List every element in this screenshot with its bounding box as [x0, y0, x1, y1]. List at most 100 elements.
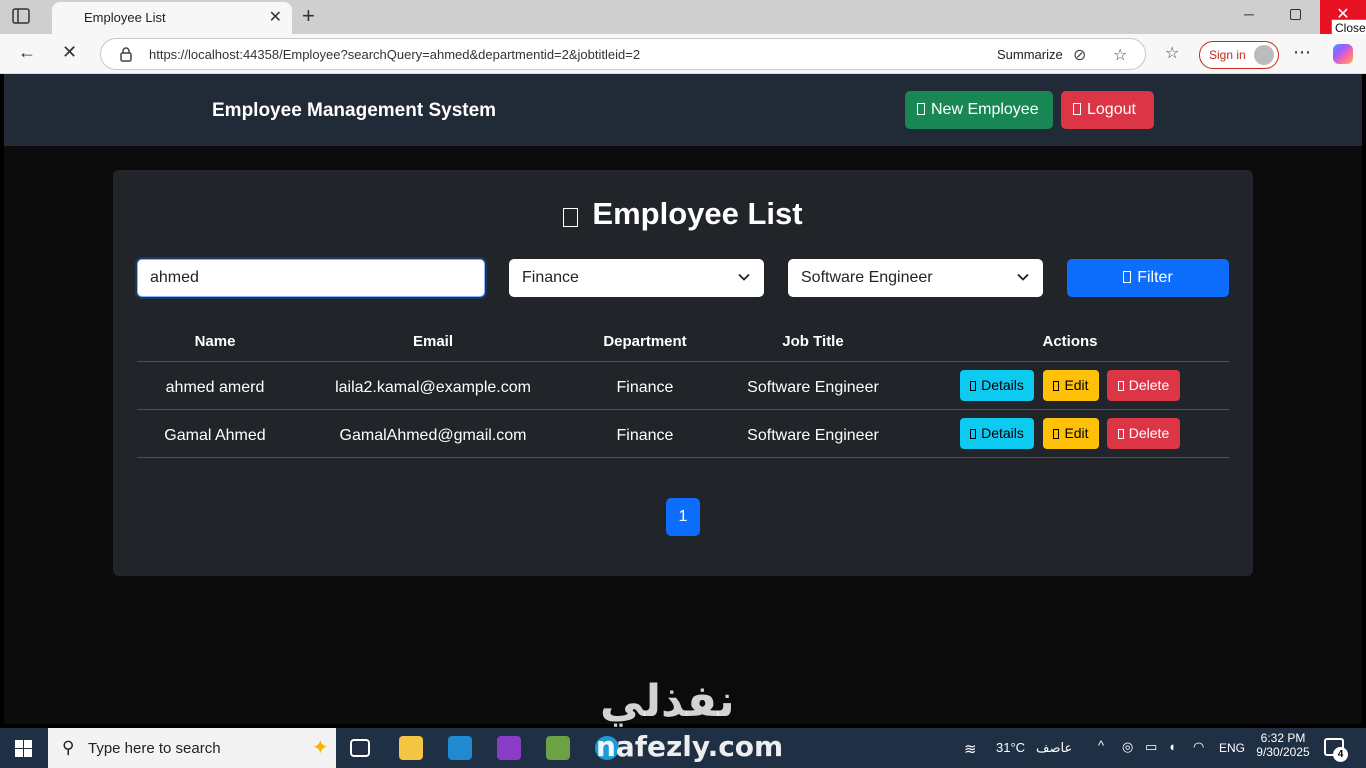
people-icon: [563, 208, 579, 227]
weather-icon[interactable]: ≋: [964, 740, 977, 758]
maximize-icon[interactable]: [1290, 9, 1301, 20]
details-label: Details: [981, 377, 1024, 393]
taskbar-search-placeholder: Type here to search: [88, 740, 221, 757]
task-view-icon[interactable]: [350, 739, 370, 757]
delete-button[interactable]: Delete: [1107, 418, 1180, 449]
page-title: Employee List: [113, 196, 1253, 232]
avatar: [1254, 45, 1274, 65]
visual-studio-icon[interactable]: [497, 736, 521, 760]
department-select[interactable]: Finance: [509, 259, 764, 297]
details-button[interactable]: Details: [960, 370, 1034, 401]
clock-date: 9/30/2025: [1256, 745, 1310, 759]
copilot-icon[interactable]: [1333, 44, 1353, 64]
lock-icon[interactable]: [119, 46, 133, 62]
cell-name: Gamal Ahmed: [164, 427, 266, 444]
filter-button[interactable]: Filter: [1067, 259, 1229, 297]
logout-icon: [1073, 103, 1081, 115]
browser-tab-strip: Employee List ✕ + ─ ✕ Close: [0, 0, 1366, 37]
column-header-name: Name: [194, 333, 236, 350]
address-bar[interactable]: https://localhost:44358/Employee?searchQ…: [100, 38, 1146, 70]
info-icon: [970, 429, 977, 439]
logout-label: Logout: [1087, 101, 1136, 118]
back-icon[interactable]: ←: [18, 42, 36, 63]
filter-label: Filter: [1137, 269, 1173, 286]
cell-job-title: Software Engineer: [747, 379, 879, 396]
taskbar-search-box[interactable]: ⚲ Type here to search ✦: [48, 728, 336, 768]
volume-icon[interactable]: ◖: [1168, 739, 1176, 754]
tab-actions-icon[interactable]: [12, 8, 36, 28]
language-indicator[interactable]: ENG: [1219, 741, 1245, 755]
watermark-latin: nafezly.com: [596, 730, 784, 763]
cell-email: GamalAhmed@gmail.com: [339, 427, 527, 444]
watermark-arabic: نفذلي: [600, 676, 735, 727]
copilot-summarize-icon[interactable]: ⊘: [1073, 45, 1086, 65]
edit-label: Edit: [1064, 377, 1089, 393]
chevron-down-icon: [1017, 273, 1029, 281]
tab-title: Employee List: [84, 10, 166, 25]
cell-name: ahmed amerd: [165, 379, 265, 396]
cell-email: laila2.kamal@example.com: [335, 379, 531, 396]
column-header-department: Department: [603, 333, 687, 350]
notification-badge: 4: [1333, 747, 1348, 762]
summarize-button[interactable]: Summarize: [997, 47, 1063, 62]
stop-loading-icon[interactable]: ✕: [62, 42, 77, 63]
edit-label: Edit: [1064, 425, 1089, 441]
cell-department: Finance: [616, 427, 674, 444]
chevron-up-icon[interactable]: ^: [1098, 738, 1104, 753]
app-viewport: Employee Management System New Employee …: [4, 74, 1362, 724]
details-label: Details: [981, 425, 1024, 441]
new-tab-icon[interactable]: +: [302, 3, 315, 29]
file-explorer-icon[interactable]: [399, 736, 423, 760]
cell-job-title: Software Engineer: [747, 427, 879, 444]
row-divider: [137, 457, 1229, 458]
info-icon: [970, 381, 977, 391]
app-icon[interactable]: [546, 736, 570, 760]
column-header-actions: Actions: [1042, 333, 1098, 350]
job-title-select-value: Software Engineer: [801, 269, 933, 286]
pagination-page-1[interactable]: 1: [666, 498, 700, 536]
search-icon: ⚲: [62, 738, 75, 757]
weather-text[interactable]: عاصف: [1036, 740, 1072, 756]
vscode-icon[interactable]: [448, 736, 472, 760]
trash-icon: [1117, 429, 1124, 439]
column-header-email: Email: [412, 333, 454, 350]
url-text[interactable]: https://localhost:44358/Employee?searchQ…: [149, 47, 640, 62]
cell-department: Finance: [616, 379, 674, 396]
pencil-icon: [1053, 429, 1060, 439]
favorite-star-icon[interactable]: ☆: [1113, 45, 1127, 65]
sparkle-icon: ✦: [312, 737, 329, 759]
add-person-icon: [917, 103, 925, 115]
brand-title[interactable]: Employee Management System: [212, 100, 496, 122]
employee-list-card: Employee List Finance Software Engineer …: [113, 170, 1253, 576]
network-icon[interactable]: ◠: [1193, 739, 1204, 755]
sign-in-label: Sign in: [1209, 48, 1246, 62]
edit-button[interactable]: Edit: [1043, 370, 1099, 401]
browser-tab[interactable]: Employee List ✕: [52, 2, 292, 34]
delete-button[interactable]: Delete: [1107, 370, 1180, 401]
tab-close-icon[interactable]: ✕: [269, 7, 282, 27]
windows-start-icon[interactable]: [15, 740, 32, 757]
logout-button[interactable]: Logout: [1061, 91, 1154, 129]
clock-time: 6:32 PM: [1260, 731, 1306, 745]
filter-icon: [1123, 271, 1132, 283]
edit-button[interactable]: Edit: [1043, 418, 1099, 449]
app-header: Employee Management System New Employee …: [4, 74, 1362, 146]
department-select-value: Finance: [522, 269, 579, 286]
row-divider: [137, 409, 1229, 410]
battery-icon[interactable]: ▭: [1145, 739, 1157, 755]
page-title-text: Employee List: [592, 196, 803, 231]
new-employee-label: New Employee: [931, 101, 1039, 118]
delete-label: Delete: [1128, 425, 1170, 441]
delete-label: Delete: [1128, 377, 1170, 393]
temperature[interactable]: 31°C: [996, 740, 1025, 755]
meet-now-icon[interactable]: ◎: [1122, 739, 1133, 755]
favorites-icon[interactable]: ☆: [1165, 43, 1179, 63]
search-input[interactable]: [137, 259, 485, 297]
details-button[interactable]: Details: [960, 418, 1034, 449]
new-employee-button[interactable]: New Employee: [905, 91, 1053, 129]
job-title-select[interactable]: Software Engineer: [788, 259, 1043, 297]
clock[interactable]: 6:32 PM 9/30/2025: [1255, 731, 1311, 759]
more-options-icon[interactable]: ⋯: [1293, 42, 1311, 63]
sign-in-button[interactable]: Sign in: [1199, 41, 1279, 69]
minimize-icon[interactable]: ─: [1244, 6, 1254, 22]
